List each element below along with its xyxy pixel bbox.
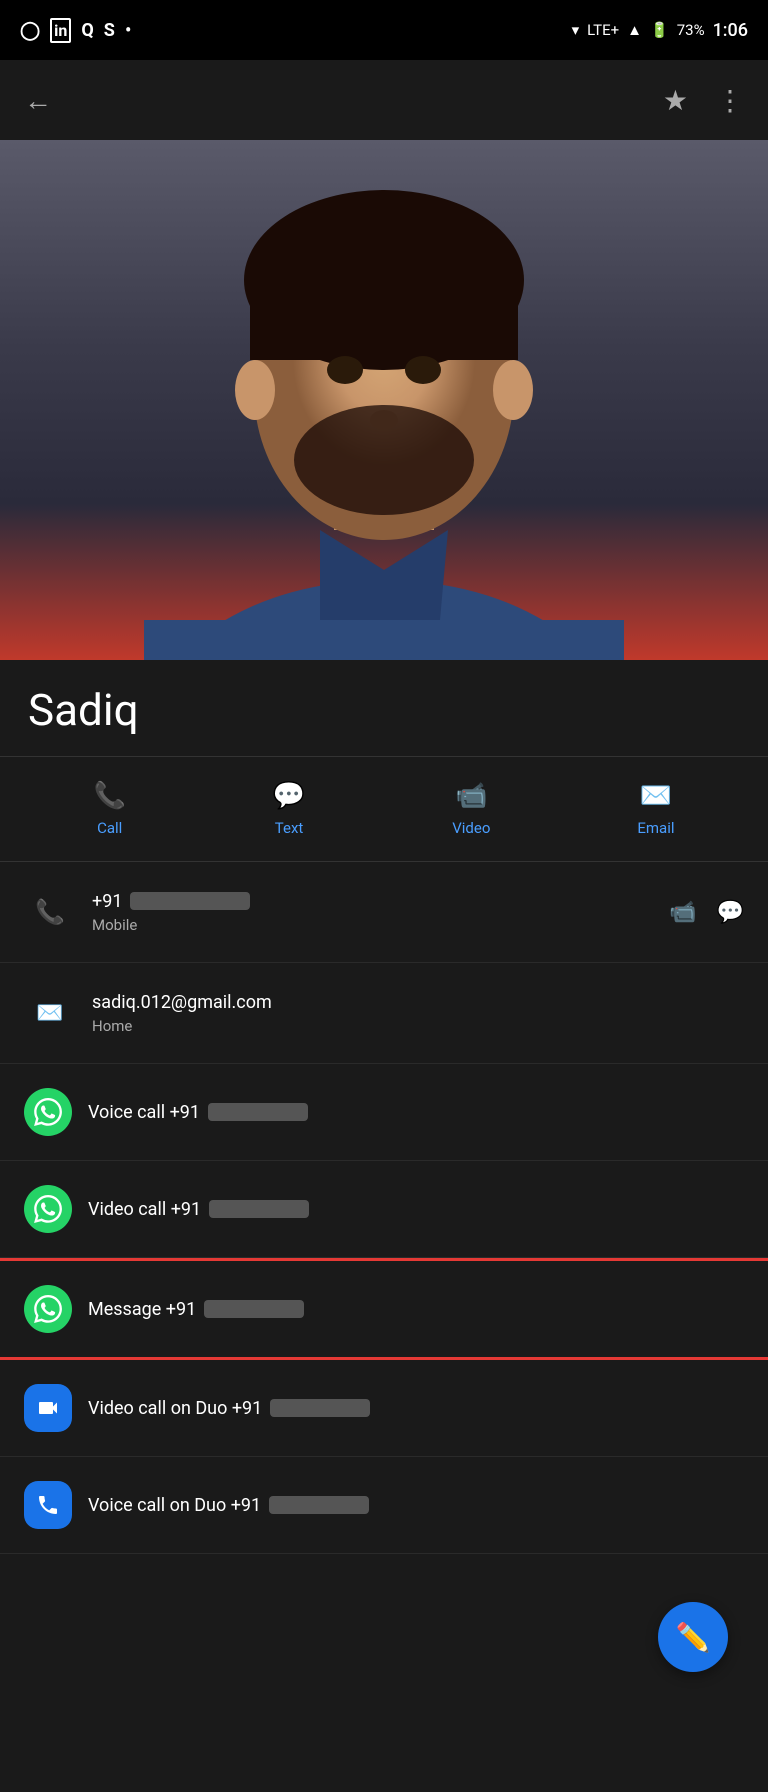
contact-list: 📞 +91 Mobile 📹 💬 ✉️ sadiq.012@gmail.com … [0,862,768,1554]
whatsapp-video-icon [24,1185,72,1233]
duo-voice-label: Voice call on Duo +91 [88,1495,744,1516]
favorite-icon[interactable]: ★ [663,84,688,117]
status-bar: ◯ in Q S • ▾ LTE+ ▲ 🔋 73% 1:06 [0,0,768,60]
mail-icon: ✉️ [36,1001,63,1026]
duo-video-icon [24,1384,72,1432]
status-right: ▾ LTE+ ▲ 🔋 73% 1:06 [572,20,748,41]
more-options-icon[interactable]: ⋮ [716,84,744,117]
duo-video-content: Video call on Duo +91 [88,1398,744,1419]
video-button[interactable]: 📹 Video [452,781,490,837]
email-item-icon: ✉️ [24,987,76,1039]
whatsapp-video-label: Video call +91 [88,1199,744,1220]
edit-fab[interactable]: ✏️ [658,1602,728,1672]
wa-msg-blur [204,1300,304,1318]
email-item-content: sadiq.012@gmail.com Home [92,992,744,1035]
quora-icon: Q [81,20,93,41]
wa-video-blur [209,1200,309,1218]
contact-photo [0,140,768,660]
nav-actions: ★ ⋮ [663,84,744,117]
photo-placeholder [0,140,768,660]
phone-blur [130,892,250,910]
whatsapp-video-item[interactable]: Video call +91 [0,1161,768,1258]
network-label: LTE+ [587,21,619,39]
email-label: Home [92,1017,744,1035]
whatsapp-message-item[interactable]: Message +91 [0,1258,768,1360]
clock: 1:06 [713,20,748,41]
email-button[interactable]: ✉️ Email [637,781,674,837]
email-label: Email [637,819,674,837]
back-button[interactable]: ← [24,84,52,117]
battery-percent: 73% [677,21,705,39]
sms-icon[interactable]: 💬 [717,900,744,925]
duo-video-label: Video call on Duo +91 [88,1398,744,1419]
phone-item[interactable]: 📞 +91 Mobile 📹 💬 [0,862,768,963]
whatsapp-voice-content: Voice call +91 [88,1102,744,1123]
text-button[interactable]: 💬 Text [273,781,305,837]
email-icon: ✉️ [640,781,672,811]
linkedin-icon: in [50,18,71,43]
text-icon: 💬 [273,781,305,811]
text-label: Text [275,819,304,837]
facebook-icon: ◯ [20,20,40,41]
whatsapp-voice-icon [24,1088,72,1136]
call-icon: 📞 [93,781,125,811]
duo-video-blur [270,1399,370,1417]
contact-name-section: Sadiq [0,660,768,757]
action-buttons: 📞 Call 💬 Text 📹 Video ✉️ Email [0,757,768,862]
email-item[interactable]: ✉️ sadiq.012@gmail.com Home [0,963,768,1064]
contact-name: Sadiq [28,684,740,736]
battery-icon: 🔋 [650,21,669,39]
scribd-icon: S [104,20,115,41]
video-call-icon[interactable]: 📹 [669,900,696,925]
duo-video-item[interactable]: Video call on Duo +91 [0,1360,768,1457]
duo-voice-blur [269,1496,369,1514]
duo-voice-content: Voice call on Duo +91 [88,1495,744,1516]
notification-dot: • [125,18,132,42]
whatsapp-video-content: Video call +91 [88,1199,744,1220]
whatsapp-message-label: Message +91 [88,1299,744,1320]
phone-number: +91 [92,891,669,912]
video-label: Video [452,819,490,837]
whatsapp-voice-label: Voice call +91 [88,1102,744,1123]
edit-icon: ✏️ [676,1621,711,1654]
video-icon: 📹 [455,781,487,811]
phone-actions: 📹 💬 [669,900,744,925]
whatsapp-voice-item[interactable]: Voice call +91 [0,1064,768,1161]
contact-photo-svg [0,140,768,660]
email-address: sadiq.012@gmail.com [92,992,744,1013]
duo-voice-item[interactable]: Voice call on Duo +91 [0,1457,768,1554]
nav-bar: ← ★ ⋮ [0,60,768,140]
call-button[interactable]: 📞 Call [93,781,125,837]
phone-label: Mobile [92,916,669,934]
call-label: Call [97,819,122,837]
status-left-icons: ◯ in Q S • [20,18,132,43]
wa-voice-blur [208,1103,308,1121]
wifi-icon: ▾ [572,21,580,39]
phone-item-icon: 📞 [24,886,76,938]
whatsapp-message-icon [24,1285,72,1333]
phone-icon: 📞 [35,898,65,926]
whatsapp-message-content: Message +91 [88,1299,744,1320]
duo-voice-app-icon [24,1481,72,1529]
signal-icon: ▲ [627,21,642,39]
phone-item-content: +91 Mobile [92,891,669,934]
